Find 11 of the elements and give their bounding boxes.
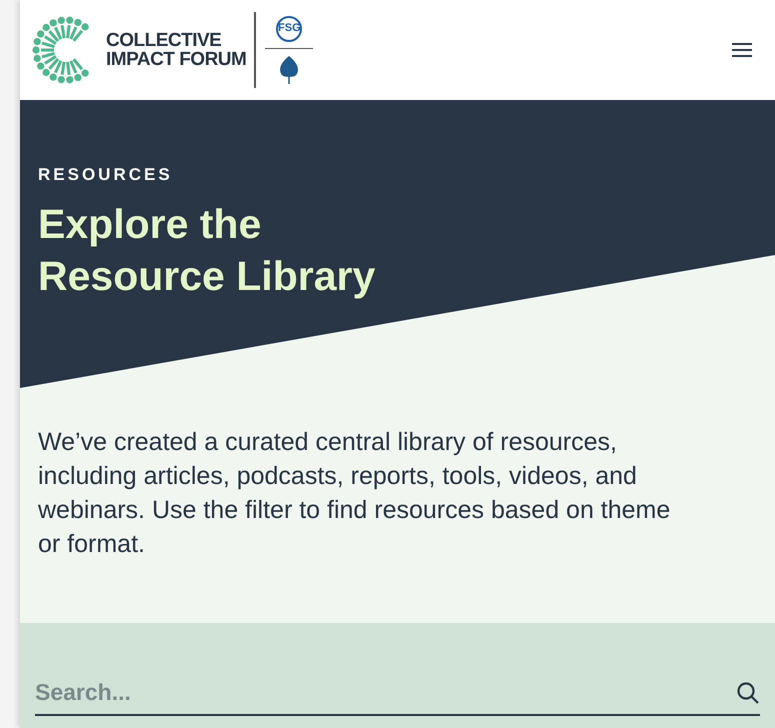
search-icon — [736, 681, 760, 705]
partner-logo: FSG — [276, 16, 302, 42]
logo-text: IMPACT FORUM — [106, 50, 246, 69]
leaf-icon — [278, 54, 300, 84]
page-title: Resource Library — [38, 252, 376, 300]
logo-text: COLLECTIVE — [106, 31, 222, 50]
intro-paragraph: We’ve created a curated central library of resources, including articles, podcasts, reports, tools, videos, and webinars. Use the filter to find resources based on theme or format. — [38, 426, 672, 560]
menu-icon — [731, 42, 753, 58]
eyebrow: RESOURCES — [38, 164, 174, 186]
menu-button[interactable] — [729, 40, 755, 60]
page-title: Explore the — [38, 200, 262, 248]
